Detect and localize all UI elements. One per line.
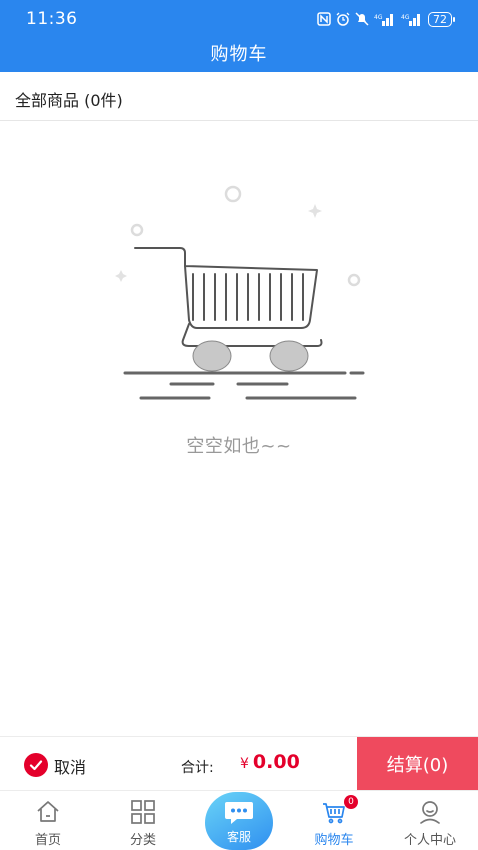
select-all-checkbox[interactable]: [24, 753, 48, 777]
nav-item-category[interactable]: 分类: [103, 791, 183, 850]
currency-symbol: ¥: [240, 756, 249, 772]
nav-label-profile: 个人中心: [403, 833, 456, 848]
decoration-stars: [115, 204, 322, 282]
page-title: 购物车: [210, 44, 268, 65]
all-goods-label: 全部商品 (0件): [15, 91, 123, 110]
empty-cart-illustration: [115, 185, 365, 400]
grid-icon: [131, 800, 155, 824]
all-goods-row: 全部商品 (0件): [0, 72, 478, 121]
mute-icon: [355, 12, 369, 26]
cart-icon: [134, 247, 323, 347]
chat-icon: [225, 802, 253, 824]
ground-lines: [123, 371, 365, 400]
nav-label-customer-service: 客服: [226, 830, 251, 844]
svg-text:4G: 4G: [374, 14, 383, 21]
svg-text:4G: 4G: [401, 14, 410, 21]
cancel-label[interactable]: 取消: [54, 754, 86, 778]
checkout-bar: 取消 合计: ¥0.00 结算(0): [0, 736, 478, 791]
nav-item-customer-service[interactable]: 客服: [205, 792, 273, 850]
nav-label-home: 首页: [34, 833, 61, 848]
nav-item-home[interactable]: 首页: [8, 791, 88, 850]
home-icon: [37, 801, 59, 822]
cart-badge: 0: [344, 795, 358, 809]
signal-icon: 4G: [374, 14, 393, 26]
status-icons: 4G 4G 72: [317, 10, 455, 28]
empty-state-message: 空空如也~~: [186, 436, 292, 457]
total-label: 合计:: [181, 760, 214, 776]
nav-item-cart[interactable]: 0 购物车: [294, 791, 374, 850]
status-bar: 11:36 4G 4G 72: [0, 0, 478, 38]
nav-label-cart: 购物车: [314, 833, 354, 848]
total-amount: 0.00: [252, 751, 300, 773]
alarm-icon: [336, 12, 350, 26]
check-icon: [29, 760, 43, 771]
nfc-icon: [317, 12, 331, 26]
user-icon: [420, 801, 440, 824]
nav-label-category: 分类: [129, 833, 156, 848]
decoration-sparkles: [130, 185, 361, 287]
nav-item-profile[interactable]: 个人中心: [390, 791, 470, 850]
signal-icon-2: 4G: [401, 14, 420, 26]
status-time: 11:36: [26, 9, 78, 29]
total-price: ¥0.00: [240, 751, 300, 773]
app-header: 购物车: [0, 38, 478, 72]
checkout-button[interactable]: 结算(0): [357, 737, 478, 791]
battery-indicator: 72: [428, 11, 455, 27]
